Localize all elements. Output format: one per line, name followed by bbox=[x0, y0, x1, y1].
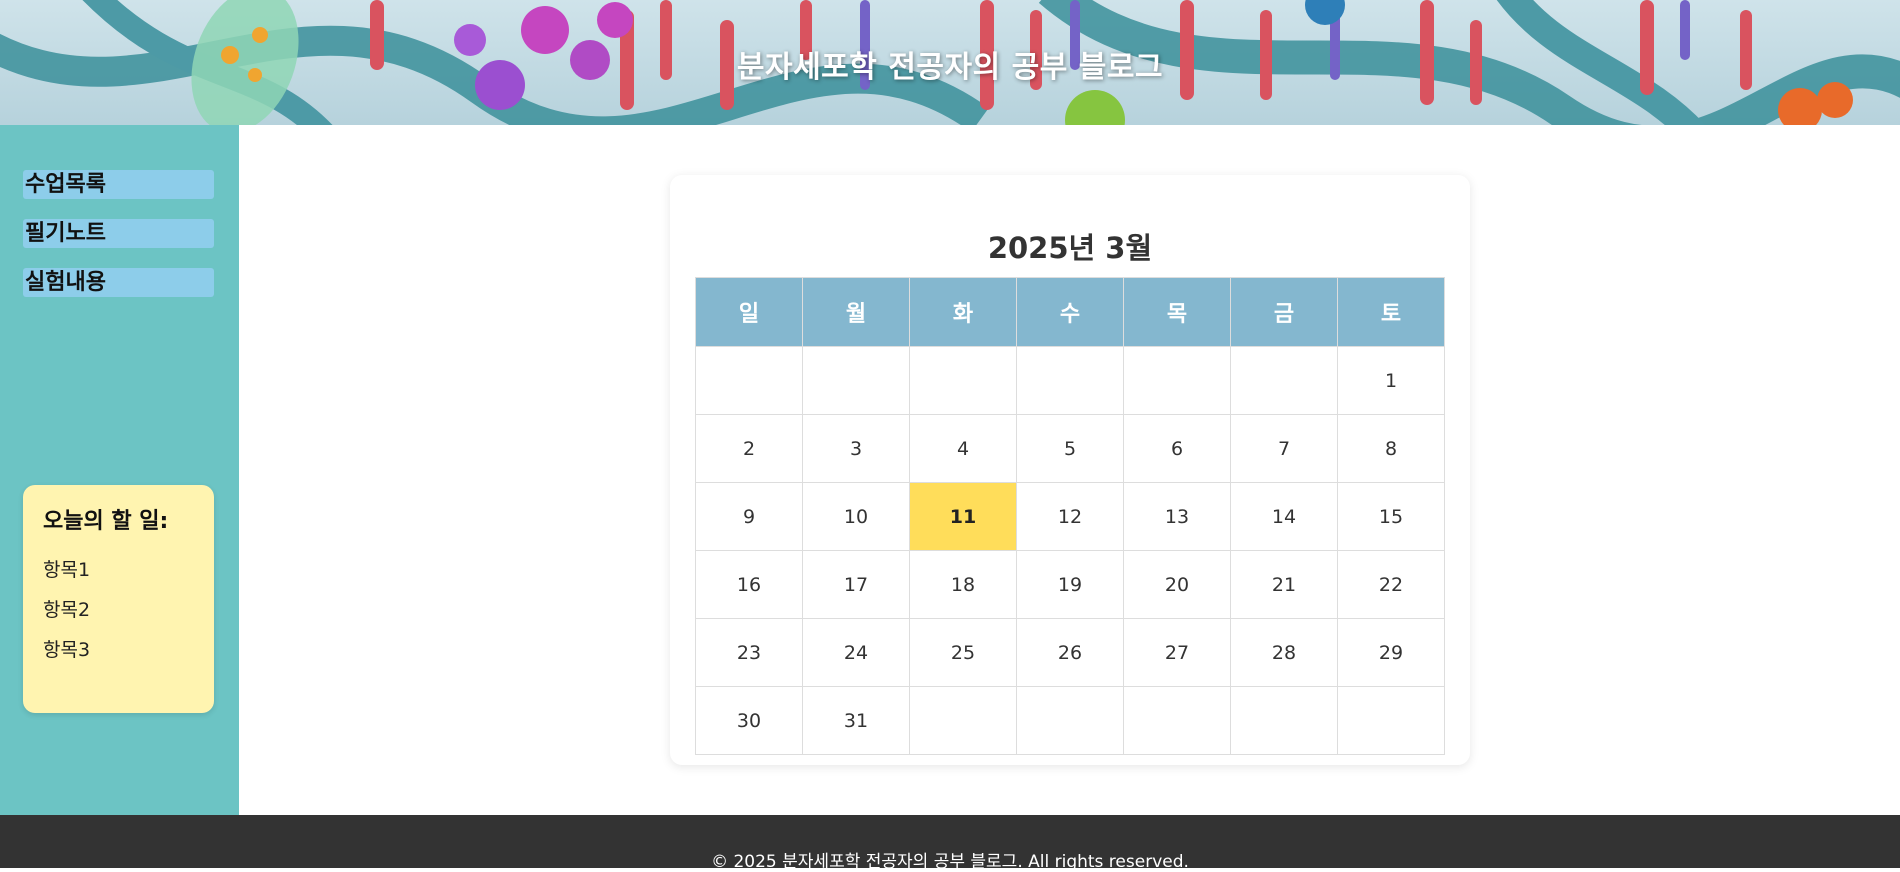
sidebar: 수업목록 필기노트 실험내용 오늘의 할 일: 항목1 항목2 항목3 bbox=[0, 125, 239, 815]
calendar-day-cell[interactable]: 7 bbox=[1230, 414, 1338, 483]
calendar-day-cell[interactable] bbox=[909, 346, 1017, 415]
calendar-day-cell[interactable]: 31 bbox=[802, 686, 910, 755]
weekday-friday: 금 bbox=[1230, 277, 1338, 347]
calendar-day-cell[interactable]: 10 bbox=[802, 482, 910, 551]
calendar-day-cell[interactable]: 22 bbox=[1337, 550, 1445, 619]
calendar-day-cell[interactable]: 18 bbox=[909, 550, 1017, 619]
calendar-day-cell[interactable]: 27 bbox=[1123, 618, 1231, 687]
todo-item: 항목1 bbox=[43, 559, 91, 581]
calendar-table: 일 월 화 수 목 금 토 1 2 3 4 5 6 7 8 9 10 11 12… bbox=[695, 277, 1445, 755]
nav-item-class-list[interactable]: 수업목록 bbox=[23, 170, 214, 199]
sidebar-nav: 수업목록 필기노트 실험내용 bbox=[23, 170, 214, 317]
calendar-day-cell[interactable] bbox=[695, 346, 803, 415]
calendar-day-cell[interactable]: 28 bbox=[1230, 618, 1338, 687]
calendar-day-cell[interactable]: 16 bbox=[695, 550, 803, 619]
calendar-day-cell[interactable]: 19 bbox=[1016, 550, 1124, 619]
weekday-thursday: 목 bbox=[1123, 277, 1231, 347]
footer-copyright: © 2025 분자세포학 전공자의 공부 블로그. All rights res… bbox=[711, 852, 1189, 872]
calendar-week-row: 16 17 18 19 20 21 22 bbox=[695, 550, 1445, 619]
todo-widget: 오늘의 할 일: 항목1 항목2 항목3 bbox=[23, 485, 214, 713]
calendar-title: 2025년 3월 bbox=[987, 231, 1153, 265]
calendar-day-cell[interactable]: 25 bbox=[909, 618, 1017, 687]
header-banner: 분자세포학 전공자의 공부 블로그 bbox=[0, 0, 1900, 125]
calendar-day-cell[interactable] bbox=[1230, 346, 1338, 415]
calendar-day-cell[interactable] bbox=[1230, 686, 1338, 755]
site-title: 분자세포학 전공자의 공부 블로그 bbox=[736, 50, 1164, 85]
todo-item: 항목3 bbox=[43, 639, 91, 661]
calendar-day-cell[interactable] bbox=[802, 346, 910, 415]
calendar-day-cell[interactable]: 30 bbox=[695, 686, 803, 755]
calendar-day-cell[interactable]: 29 bbox=[1337, 618, 1445, 687]
calendar-week-row: 2 3 4 5 6 7 8 bbox=[695, 414, 1445, 483]
calendar-day-cell[interactable]: 8 bbox=[1337, 414, 1445, 483]
calendar-day-cell[interactable] bbox=[1123, 346, 1231, 415]
calendar-day-cell[interactable]: 3 bbox=[802, 414, 910, 483]
weekday-wednesday: 수 bbox=[1016, 277, 1124, 347]
footer: © 2025 분자세포학 전공자의 공부 블로그. All rights res… bbox=[0, 815, 1900, 872]
calendar-day-cell[interactable] bbox=[909, 686, 1017, 755]
nav-item-experiments[interactable]: 실험내용 bbox=[23, 268, 214, 297]
calendar-day-cell[interactable]: 21 bbox=[1230, 550, 1338, 619]
calendar-day-cell[interactable]: 13 bbox=[1123, 482, 1231, 551]
calendar-week-row: 9 10 11 12 13 14 15 bbox=[695, 482, 1445, 551]
calendar-day-cell[interactable]: 24 bbox=[802, 618, 910, 687]
calendar-day-cell[interactable]: 26 bbox=[1016, 618, 1124, 687]
calendar-day-cell[interactable] bbox=[1016, 346, 1124, 415]
calendar-day-cell[interactable]: 2 bbox=[695, 414, 803, 483]
calendar-week-row: 30 31 bbox=[695, 686, 1445, 755]
calendar-week-row: 23 24 25 26 27 28 29 bbox=[695, 618, 1445, 687]
calendar-day-cell[interactable]: 15 bbox=[1337, 482, 1445, 551]
calendar-day-cell[interactable]: 9 bbox=[695, 482, 803, 551]
weekday-tuesday: 화 bbox=[909, 277, 1017, 347]
weekday-saturday: 토 bbox=[1337, 277, 1445, 347]
calendar-day-cell[interactable]: 23 bbox=[695, 618, 803, 687]
weekday-monday: 월 bbox=[802, 277, 910, 347]
calendar-day-cell[interactable]: 6 bbox=[1123, 414, 1231, 483]
nav-item-lecture-notes[interactable]: 필기노트 bbox=[23, 219, 214, 248]
calendar-day-cell[interactable] bbox=[1337, 686, 1445, 755]
calendar-day-cell[interactable]: 12 bbox=[1016, 482, 1124, 551]
todo-title: 오늘의 할 일: bbox=[43, 509, 169, 534]
calendar-day-cell[interactable] bbox=[1016, 686, 1124, 755]
calendar-week-row: 1 bbox=[695, 346, 1445, 415]
todo-item: 항목2 bbox=[43, 599, 91, 621]
calendar-day-cell[interactable] bbox=[1123, 686, 1231, 755]
weekday-sunday: 일 bbox=[695, 277, 803, 347]
calendar-day-cell[interactable]: 14 bbox=[1230, 482, 1338, 551]
calendar-day-cell[interactable]: 1 bbox=[1337, 346, 1445, 415]
todo-list: 항목1 항목2 항목3 bbox=[43, 557, 194, 677]
weekday-header-row: 일 월 화 수 목 금 토 bbox=[695, 277, 1445, 347]
calendar-day-cell[interactable]: 17 bbox=[802, 550, 910, 619]
calendar-day-cell[interactable]: 4 bbox=[909, 414, 1017, 483]
calendar-day-cell[interactable]: 5 bbox=[1016, 414, 1124, 483]
calendar-card: 2025년 3월 일 월 화 수 목 금 토 1 2 3 4 5 6 7 8 9… bbox=[670, 175, 1470, 765]
calendar-day-cell[interactable]: 20 bbox=[1123, 550, 1231, 619]
calendar-day-cell-today[interactable]: 11 bbox=[909, 482, 1017, 551]
